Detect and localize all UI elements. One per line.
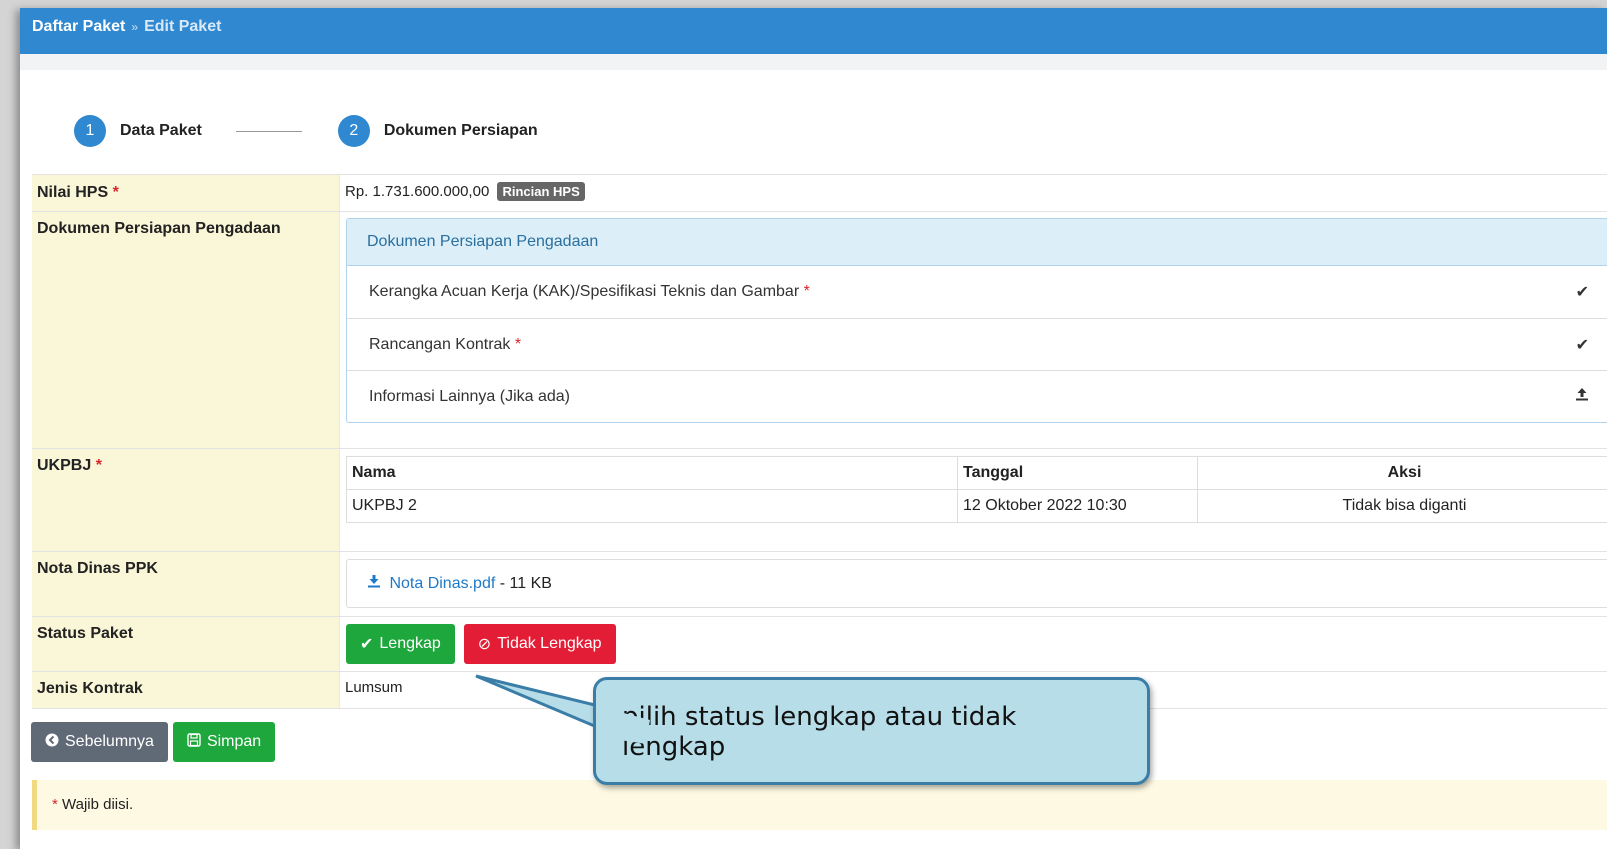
ban-icon: ⊘	[477, 636, 492, 653]
table-header-row: Nama Tanggal Aksi	[346, 456, 1607, 490]
rincian-hps-badge[interactable]: Rincian HPS	[497, 182, 585, 201]
dokumen-panel: Dokumen Persiapan Pengadaan Kerangka Acu…	[346, 218, 1607, 423]
label-text: UKPBJ	[37, 457, 92, 474]
annotation-callout-text: pilih status lengkap atau tidak lengkap	[622, 702, 1017, 762]
required-mark: *	[803, 283, 810, 300]
check-icon: ✔	[1575, 336, 1589, 354]
dokumen-item-label: Rancangan Kontrak *	[369, 336, 521, 354]
step-1-label[interactable]: Data Paket	[120, 122, 202, 140]
value-nilai-hps: Rp. 1.731.600.000,00 Rincian HPS	[340, 175, 1607, 211]
column-header-aksi: Aksi	[1197, 456, 1607, 490]
dokumen-item-label: Kerangka Acuan Kerja (KAK)/Spesifikasi T…	[369, 283, 810, 301]
dokumen-list: Kerangka Acuan Kerja (KAK)/Spesifikasi T…	[347, 266, 1607, 422]
step-2-number[interactable]: 2	[337, 115, 370, 147]
required-mark: *	[95, 457, 102, 474]
simpan-button[interactable]: Simpan	[172, 722, 276, 762]
required-note-text: Wajib diisi.	[62, 796, 134, 813]
back-circle-icon	[45, 733, 59, 752]
label-nota-dinas: Nota Dinas PPK	[32, 552, 340, 616]
download-icon[interactable]	[367, 575, 385, 592]
tidak-lengkap-button-label: Tidak Lengkap	[497, 635, 602, 652]
cell-aksi: Tidak bisa diganti	[1197, 489, 1607, 523]
footer-buttons: Sebelumnya Simpan	[31, 722, 276, 762]
label-text: Nilai HPS	[37, 184, 109, 201]
value-status-paket: ✔ Lengkap ⊘ Tidak Lengkap	[340, 617, 1607, 671]
dokumen-item-rancangan-kontrak[interactable]: Rancangan Kontrak * ✔	[347, 318, 1607, 370]
breadcrumb-separator: »	[131, 20, 139, 34]
column-header-tanggal: Tanggal	[957, 456, 1198, 490]
label-nilai-hps: Nilai HPS *	[32, 175, 340, 211]
check-icon: ✔	[360, 636, 374, 653]
label-jenis-kontrak: Jenis Kontrak	[32, 672, 340, 708]
column-header-nama: Nama	[346, 456, 958, 490]
sebelumnya-button[interactable]: Sebelumnya	[31, 722, 168, 762]
breadcrumb: Daftar Paket » Edit Paket	[20, 8, 1607, 54]
sebelumnya-button-label: Sebelumnya	[65, 733, 154, 750]
step-1-number[interactable]: 1	[74, 115, 106, 147]
dokumen-item-text: Kerangka Acuan Kerja (KAK)/Spesifikasi T…	[369, 283, 800, 300]
tidak-lengkap-button[interactable]: ⊘ Tidak Lengkap	[463, 624, 616, 664]
check-icon: ✔	[1575, 284, 1589, 301]
label-dokumen-persiapan: Dokumen Persiapan Pengadaan	[32, 212, 340, 448]
sub-header-bar	[20, 54, 1607, 70]
edit-paket-form: Nilai HPS * Rp. 1.731.600.000,00 Rincian…	[32, 174, 1607, 709]
step-2-label[interactable]: Dokumen Persiapan	[384, 122, 538, 140]
required-note: * Wajib diisi.	[32, 780, 1607, 830]
upload-icon[interactable]	[1575, 387, 1589, 406]
table-row: UKPBJ 2 12 Oktober 2022 10:30 Tidak bisa…	[346, 489, 1607, 523]
value-dokumen-persiapan: Dokumen Persiapan Pengadaan Kerangka Acu…	[340, 212, 1607, 448]
breadcrumb-root-link[interactable]: Daftar Paket	[32, 18, 125, 35]
row-ukpbj: UKPBJ * Nama Tanggal Aksi UKPBJ 2 12 Okt…	[32, 448, 1607, 551]
required-mark: *	[52, 796, 58, 813]
row-status-paket: Status Paket ✔ Lengkap ⊘ Tidak Lengkap	[32, 616, 1607, 671]
annotation-callout: pilih status lengkap atau tidak lengkap	[593, 677, 1150, 785]
required-mark: *	[514, 335, 522, 353]
cell-tanggal: 12 Oktober 2022 10:30	[957, 489, 1198, 523]
stepper: 1 Data Paket 2 Dokumen Persiapan	[74, 114, 538, 148]
lengkap-button[interactable]: ✔ Lengkap	[346, 624, 455, 664]
dokumen-item-informasi-lainnya[interactable]: Informasi Lainnya (Jika ada)	[347, 370, 1607, 422]
save-icon	[187, 732, 201, 752]
value-nota-dinas: Nota Dinas.pdf - 11 KB	[340, 552, 1607, 616]
simpan-button-label: Simpan	[206, 733, 262, 750]
label-ukpbj: UKPBJ *	[32, 449, 340, 551]
label-status-paket: Status Paket	[32, 617, 340, 671]
dokumen-item-label: Informasi Lainnya (Jika ada)	[369, 387, 570, 405]
row-dokumen-persiapan: Dokumen Persiapan Pengadaan Dokumen Pers…	[32, 211, 1607, 448]
cell-nama: UKPBJ 2	[346, 489, 958, 523]
row-nota-dinas: Nota Dinas PPK Nota Dinas.pdf - 11 KB	[32, 551, 1607, 616]
dokumen-item-text: Rancangan Kontrak	[369, 335, 511, 353]
value-ukpbj: Nama Tanggal Aksi UKPBJ 2 12 Oktober 202…	[340, 449, 1607, 551]
nota-dinas-file-link[interactable]: Nota Dinas.pdf	[389, 575, 495, 592]
dokumen-item-kak[interactable]: Kerangka Acuan Kerja (KAK)/Spesifikasi T…	[347, 266, 1607, 318]
step-connector	[235, 130, 302, 132]
dokumen-panel-title: Dokumen Persiapan Pengadaan	[347, 219, 1607, 266]
lengkap-button-label: Lengkap	[379, 635, 441, 652]
breadcrumb-current: Edit Paket	[144, 18, 222, 35]
nota-dinas-file-size: - 11 KB	[499, 575, 552, 592]
row-nilai-hps: Nilai HPS * Rp. 1.731.600.000,00 Rincian…	[32, 174, 1607, 211]
required-mark: *	[112, 184, 119, 201]
nilai-hps-value: Rp. 1.731.600.000,00	[345, 183, 490, 200]
ukpbj-table: Nama Tanggal Aksi UKPBJ 2 12 Oktober 202…	[346, 456, 1607, 523]
nota-dinas-box: Nota Dinas.pdf - 11 KB	[346, 559, 1607, 608]
